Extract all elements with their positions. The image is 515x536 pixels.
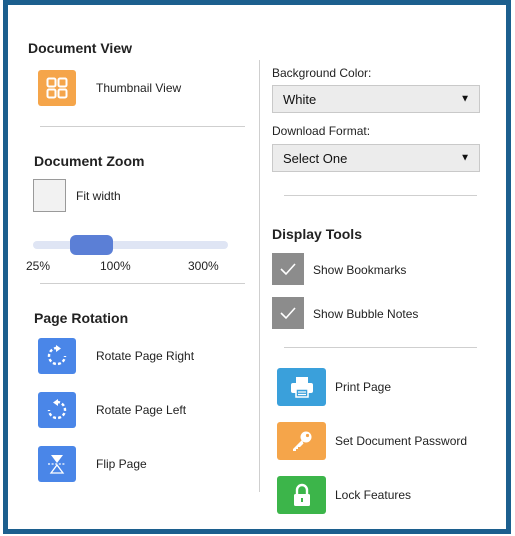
show-bubble-notes-checkbox[interactable] (272, 297, 304, 329)
rotate-left-icon (47, 399, 67, 420)
checkmark-icon (280, 307, 296, 320)
print-page-button[interactable] (277, 368, 326, 406)
download-format-value: Select One (283, 150, 348, 166)
show-bookmarks-label: Show Bookmarks (313, 263, 407, 277)
settings-panel (3, 0, 511, 534)
column-divider (259, 60, 260, 492)
zoom-current-label: 100% (100, 259, 131, 273)
rotate-left-button[interactable] (38, 392, 76, 428)
divider (284, 195, 477, 196)
rotate-right-icon (47, 345, 67, 366)
key-icon (292, 431, 311, 451)
download-format-select[interactable]: Select One ▼ (272, 144, 480, 172)
download-format-label: Download Format: (272, 124, 371, 138)
rotate-left-label[interactable]: Rotate Page Left (96, 403, 186, 417)
fit-width-label: Fit width (76, 189, 121, 203)
page-rotation-title: Page Rotation (34, 310, 129, 326)
divider (40, 283, 245, 284)
thumbnail-view-label[interactable]: Thumbnail View (96, 81, 181, 95)
zoom-slider-thumb[interactable] (70, 235, 113, 255)
thumbnail-view-button[interactable] (38, 70, 76, 106)
display-tools-title: Display Tools (272, 226, 362, 242)
background-color-value: White (283, 91, 317, 107)
background-color-label: Background Color: (272, 66, 372, 80)
background-color-select[interactable]: White ▼ (272, 85, 480, 113)
rotate-right-label[interactable]: Rotate Page Right (96, 349, 194, 363)
flip-icon (48, 455, 66, 474)
zoom-max-label: 300% (188, 259, 219, 273)
document-view-title: Document View (28, 40, 132, 56)
flip-page-label[interactable]: Flip Page (96, 457, 147, 471)
show-bookmarks-checkbox[interactable] (272, 253, 304, 285)
rotate-right-button[interactable] (38, 338, 76, 374)
set-password-label[interactable]: Set Document Password (335, 434, 467, 448)
checkmark-icon (280, 263, 296, 276)
lock-icon (293, 483, 310, 506)
lock-features-button[interactable] (277, 476, 326, 514)
printer-icon (290, 377, 313, 398)
divider (40, 126, 245, 127)
set-password-button[interactable] (277, 422, 326, 460)
dropdown-caret-icon: ▼ (460, 152, 470, 164)
dropdown-caret-icon: ▼ (460, 93, 470, 105)
grid-icon (46, 77, 68, 99)
zoom-slider-track[interactable] (33, 241, 228, 249)
show-bubble-notes-label: Show Bubble Notes (313, 307, 419, 321)
document-zoom-title: Document Zoom (34, 153, 145, 169)
zoom-min-label: 25% (26, 259, 51, 273)
fit-width-checkbox[interactable] (33, 179, 66, 212)
print-page-label[interactable]: Print Page (335, 380, 391, 394)
lock-features-label[interactable]: Lock Features (335, 488, 411, 502)
divider (284, 347, 477, 348)
flip-page-button[interactable] (38, 446, 76, 482)
